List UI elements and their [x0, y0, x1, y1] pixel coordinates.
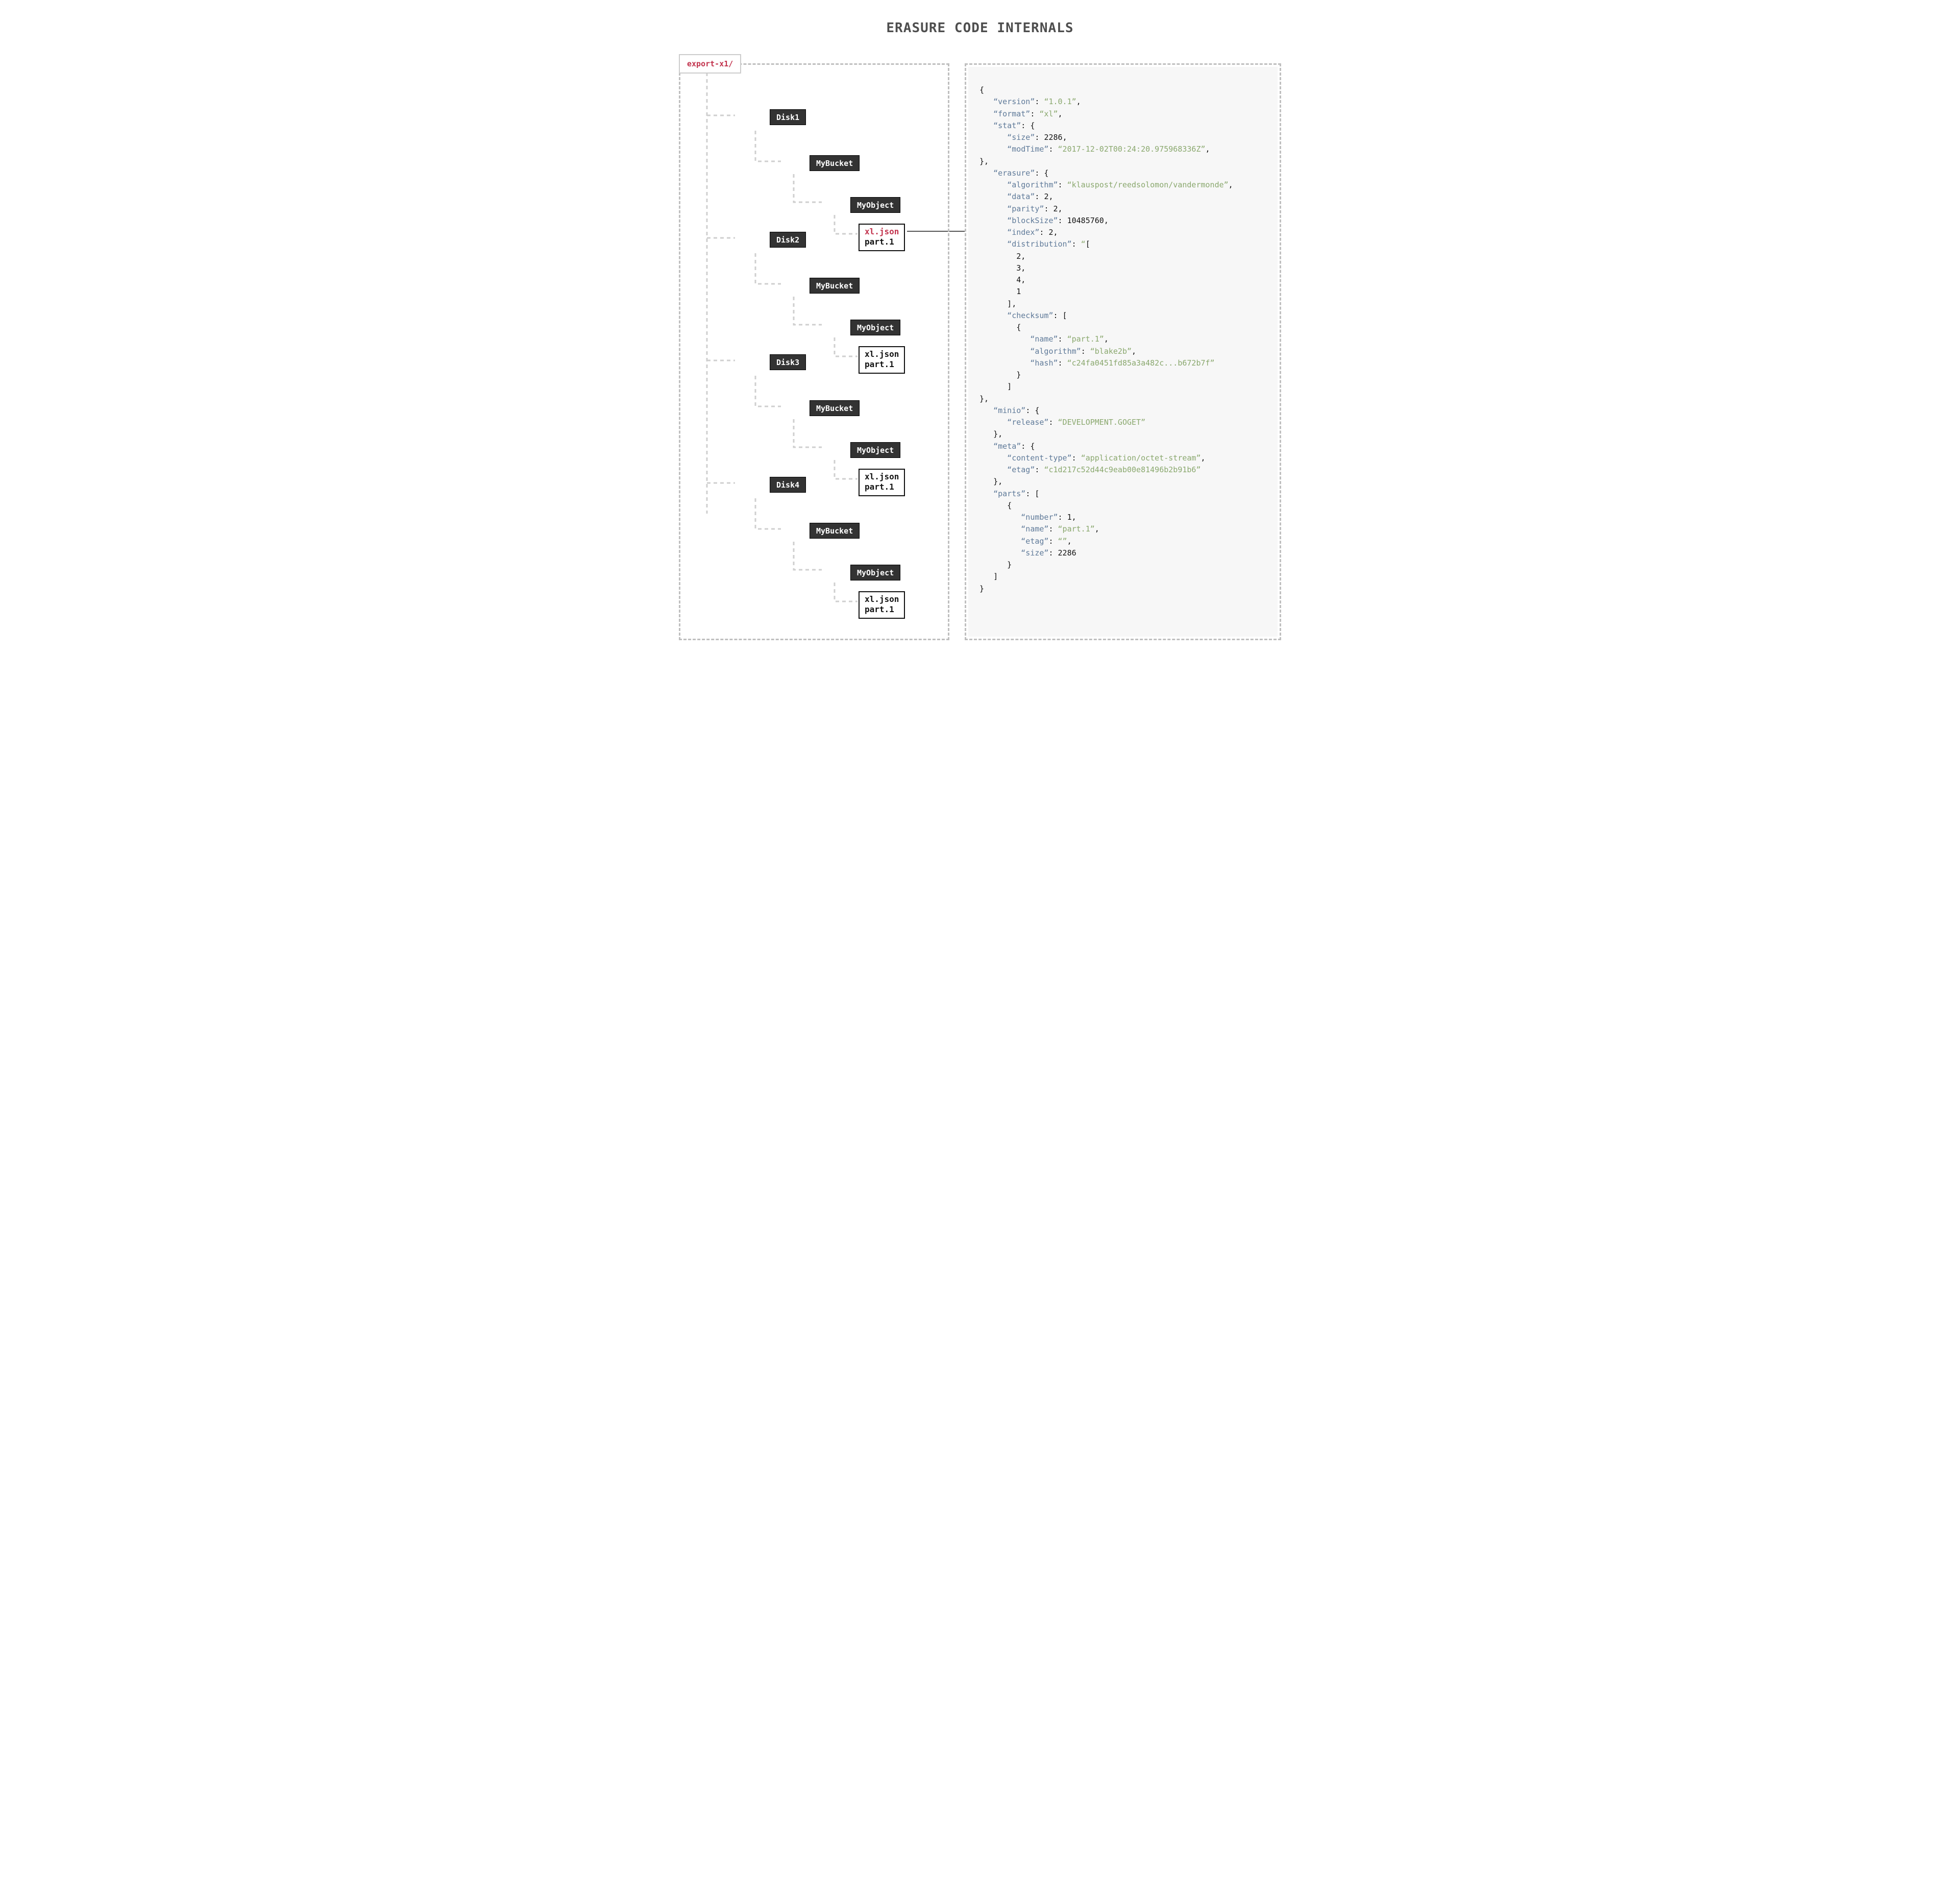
filebox: xl.json part.1: [859, 591, 905, 619]
bucket-label: MyBucket: [810, 278, 860, 294]
bucket-label: MyBucket: [810, 523, 860, 539]
diagram-stage: export-x1/: [679, 54, 1281, 641]
disk-label: Disk1: [770, 109, 806, 125]
disk-label: Disk2: [770, 232, 806, 248]
tree-panel: [679, 63, 949, 640]
bucket-label: MyBucket: [810, 155, 860, 171]
xl-json-label: xl.json: [865, 349, 899, 359]
page-title: ERASURE CODE INTERNALS: [679, 20, 1281, 36]
part-label: part.1: [865, 604, 899, 615]
object-label: MyObject: [850, 565, 900, 580]
xl-json-label: xl.json: [865, 227, 899, 237]
filebox: xl.json part.1: [859, 224, 905, 251]
filebox: xl.json part.1: [859, 346, 905, 374]
filebox: xl.json part.1: [859, 469, 905, 496]
disk-label: Disk3: [770, 354, 806, 370]
json-panel: { “version”: “1.0.1”, “format”: “xl”, “s…: [965, 63, 1281, 640]
bucket-label: MyBucket: [810, 400, 860, 416]
json-source: { “version”: “1.0.1”, “format”: “xl”, “s…: [968, 67, 1278, 637]
xl-json-label: xl.json: [865, 472, 899, 482]
root-folder-label: export-x1/: [679, 54, 741, 74]
part-label: part.1: [865, 237, 899, 247]
object-label: MyObject: [850, 320, 900, 335]
xl-json-label: xl.json: [865, 594, 899, 604]
object-label: MyObject: [850, 442, 900, 458]
object-label: MyObject: [850, 197, 900, 213]
disk-label: Disk4: [770, 477, 806, 493]
part-label: part.1: [865, 359, 899, 370]
part-label: part.1: [865, 482, 899, 492]
